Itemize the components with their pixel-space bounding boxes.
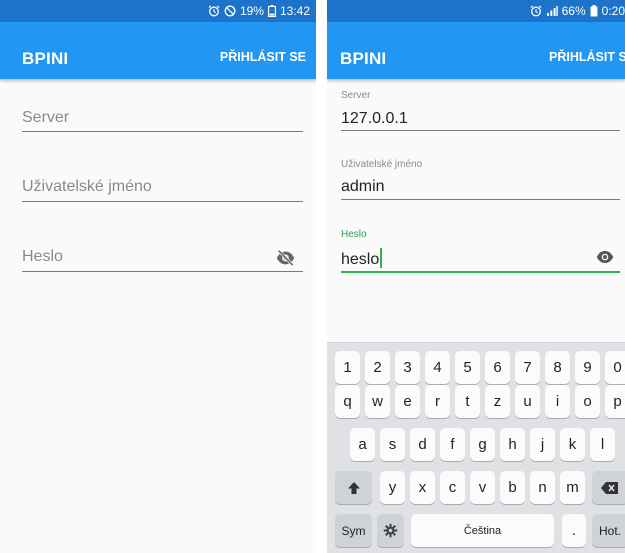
key-z[interactable]: z [485, 385, 510, 418]
key-b[interactable]: b [500, 471, 525, 504]
key-o[interactable]: o [575, 385, 600, 418]
key-v[interactable]: v [470, 471, 495, 504]
eye-off-icon[interactable] [276, 250, 295, 266]
app-bar: BPINI PŘIHLÁSIT SE [0, 22, 316, 79]
key-8[interactable]: 8 [545, 351, 570, 384]
key-r[interactable]: r [425, 385, 450, 418]
username-value: admin [341, 178, 385, 195]
username-underline [341, 199, 620, 200]
backspace-key[interactable] [592, 471, 625, 504]
do-not-disturb-icon [224, 5, 236, 17]
password-field[interactable]: Heslo [22, 242, 303, 272]
password-placeholder: Heslo [22, 248, 63, 265]
period-key[interactable]: . [562, 514, 586, 547]
server-underline [22, 131, 303, 132]
key-m[interactable]: m [560, 471, 585, 504]
password-value: heslo [341, 248, 383, 269]
username-field[interactable]: Uživatelské jméno [22, 170, 303, 202]
key-d[interactable]: d [410, 428, 435, 461]
key-2[interactable]: 2 [365, 351, 390, 384]
alarm-icon [208, 5, 220, 17]
clock: 0:20 [601, 4, 625, 18]
key-c[interactable]: c [440, 471, 465, 504]
server-field[interactable]: Server 127.0.0.1 [341, 88, 620, 131]
username-field[interactable]: Uživatelské jméno admin [341, 157, 620, 200]
battery-icon [590, 5, 598, 17]
hot-key[interactable]: Hot. [592, 514, 625, 547]
username-label: Uživatelské jméno [341, 159, 423, 170]
password-label: Heslo [341, 229, 367, 240]
key-f[interactable]: f [440, 428, 465, 461]
server-field[interactable]: Server [22, 100, 303, 132]
settings-key[interactable] [377, 514, 404, 547]
key-e[interactable]: e [395, 385, 420, 418]
status-bar: 19% 13:42 [0, 0, 316, 22]
key-9[interactable]: 9 [575, 351, 600, 384]
gear-icon [383, 523, 398, 538]
text-caret [380, 248, 383, 268]
key-q[interactable]: q [335, 385, 360, 418]
battery-percent: 19% [239, 4, 264, 18]
username-underline [22, 201, 303, 202]
sym-key[interactable]: Sym [335, 514, 372, 547]
key-y[interactable]: y [380, 471, 405, 504]
key-6[interactable]: 6 [485, 351, 510, 384]
key-t[interactable]: t [455, 385, 480, 418]
backspace-icon [601, 481, 618, 494]
username-placeholder: Uživatelské jméno [22, 178, 152, 195]
app-title: BPINI [340, 49, 387, 68]
battery-icon [268, 5, 276, 17]
password-underline [341, 271, 620, 273]
key-7[interactable]: 7 [515, 351, 540, 384]
shift-key[interactable] [335, 471, 372, 504]
battery-percent: 66% [561, 4, 586, 18]
on-screen-keyboard: 1 2 3 4 5 6 7 8 9 0 q w e r t z u i o p a s d f g h j k l y x c v b n m Sym Č… [327, 342, 625, 553]
app-bar: BPINI PŘIHLÁSIT SE [327, 22, 625, 79]
key-h[interactable]: h [500, 428, 525, 461]
server-value: 127.0.0.1 [341, 110, 408, 127]
app-title: BPINI [22, 49, 69, 68]
key-k[interactable]: k [560, 428, 585, 461]
key-0[interactable]: 0 [605, 351, 625, 384]
phone-screen-filled: 66% 0:20 BPINI PŘIHLÁSIT SE Server 127.0… [327, 0, 625, 553]
shift-icon [347, 481, 360, 494]
space-key[interactable]: Čeština [411, 514, 554, 547]
alarm-icon [530, 5, 542, 17]
key-4[interactable]: 4 [425, 351, 450, 384]
key-w[interactable]: w [365, 385, 390, 418]
clock: 13:42 [279, 4, 310, 18]
key-i[interactable]: i [545, 385, 570, 418]
login-button[interactable]: PŘIHLÁSIT SE [549, 50, 625, 64]
password-underline [22, 271, 303, 272]
key-j[interactable]: j [530, 428, 555, 461]
password-field[interactable]: Heslo heslo [341, 227, 620, 273]
key-3[interactable]: 3 [395, 351, 420, 384]
signal-icon [546, 6, 558, 16]
server-placeholder: Server [22, 109, 70, 126]
key-s[interactable]: s [380, 428, 405, 461]
key-1[interactable]: 1 [335, 351, 360, 384]
key-n[interactable]: n [530, 471, 555, 504]
server-label: Server [341, 90, 371, 101]
key-u[interactable]: u [515, 385, 540, 418]
status-bar: 66% 0:20 [327, 0, 625, 22]
server-underline [341, 130, 620, 131]
key-x[interactable]: x [410, 471, 435, 504]
key-g[interactable]: g [470, 428, 495, 461]
login-button[interactable]: PŘIHLÁSIT SE [220, 50, 306, 64]
phone-screen-empty: 19% 13:42 BPINI PŘIHLÁSIT SE Server Uživ… [0, 0, 316, 553]
key-p[interactable]: p [605, 385, 625, 418]
key-l[interactable]: l [590, 428, 615, 461]
eye-icon[interactable] [596, 250, 614, 264]
key-5[interactable]: 5 [455, 351, 480, 384]
key-a[interactable]: a [350, 428, 375, 461]
